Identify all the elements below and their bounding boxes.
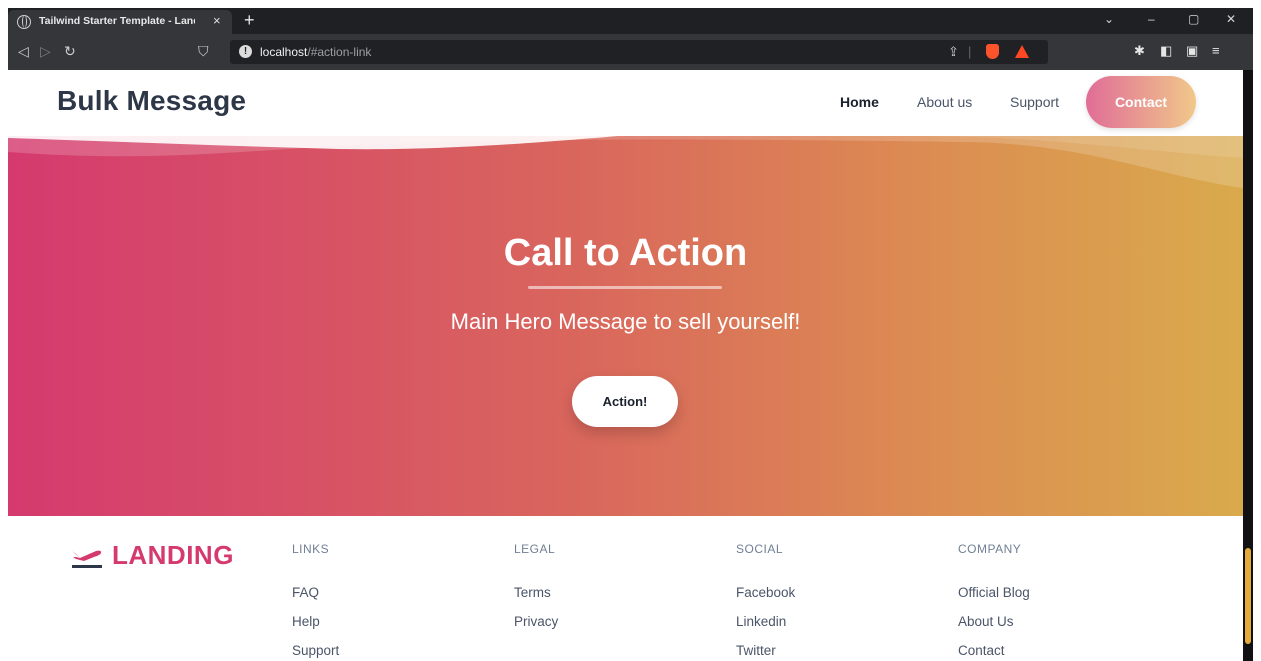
footer-link-list: Terms Privacy (514, 585, 558, 643)
menu-icon[interactable]: ≡ (1212, 43, 1220, 59)
footer-heading: COMPANY (958, 542, 1022, 556)
footer-column-legal: LEGAL Terms Privacy (514, 542, 558, 643)
browser-tab-bar: Tailwind Starter Template - Landing × + … (8, 8, 1253, 34)
footer-link-help[interactable]: Help (292, 614, 339, 643)
forward-icon[interactable]: ▷ (40, 43, 51, 59)
footer-heading: LEGAL (514, 542, 556, 556)
nav-about-us[interactable]: About us (917, 94, 972, 110)
hero-wave-decoration (8, 136, 1243, 188)
browser-tab[interactable]: Tailwind Starter Template - Landing × (8, 10, 232, 34)
nav-home[interactable]: Home (840, 94, 879, 110)
plane-icon (72, 550, 102, 568)
footer-link-terms[interactable]: Terms (514, 585, 558, 614)
footer-logo-text: LANDING (112, 540, 234, 570)
footer-link-contact[interactable]: Contact (958, 643, 1030, 661)
footer-heading: SOCIAL (736, 542, 784, 556)
hero-title: Call to Action (503, 232, 748, 274)
wallet-icon[interactable]: ▣ (1186, 43, 1198, 59)
hero-subtitle: Main Hero Message to sell yourself! (450, 309, 801, 334)
footer-link-about-us[interactable]: About Us (958, 614, 1030, 643)
footer-heading: LINKS (292, 542, 330, 556)
url-text: localhost/#action-link (260, 45, 371, 59)
extensions-icon[interactable]: ✱ (1134, 43, 1145, 59)
site-header: Bulk Message Home About us Support Conta… (8, 70, 1243, 136)
hero-section: Call to Action Main Hero Message to sell… (8, 136, 1243, 516)
footer-column-social: SOCIAL Facebook Linkedin Twitter (736, 542, 795, 661)
globe-icon (17, 15, 31, 29)
address-bar[interactable]: ! localhost/#action-link ⇪ | (230, 40, 1048, 64)
site-logo[interactable]: Bulk Message (57, 85, 246, 117)
scrollbar-thumb[interactable] (1245, 548, 1251, 644)
footer-link-facebook[interactable]: Facebook (736, 585, 795, 614)
footer-link-faq[interactable]: FAQ (292, 585, 339, 614)
reload-icon[interactable]: ↻ (64, 43, 76, 59)
footer-column-links: LINKS FAQ Help Support (292, 542, 339, 661)
new-tab-icon[interactable]: + (244, 9, 255, 31)
tab-close-icon[interactable]: × (213, 13, 221, 29)
hero-divider (528, 286, 722, 289)
footer-link-support[interactable]: Support (292, 643, 339, 661)
brave-shields-icon[interactable] (986, 44, 999, 59)
minimize-icon[interactable]: – (1148, 11, 1155, 27)
back-icon[interactable]: ◁ (18, 43, 29, 59)
footer-link-linkedin[interactable]: Linkedin (736, 614, 795, 643)
contact-button[interactable]: Contact (1086, 76, 1196, 128)
footer-link-list: FAQ Help Support (292, 585, 339, 661)
bookmark-icon[interactable]: ⛉ (198, 43, 209, 59)
restore-icon[interactable]: ▢ (1188, 11, 1199, 27)
nav-support[interactable]: Support (1010, 94, 1059, 110)
url-host: localhost (260, 45, 308, 59)
site-info-icon[interactable]: ! (239, 45, 252, 58)
footer-link-official-blog[interactable]: Official Blog (958, 585, 1030, 614)
site-footer: LANDING LINKS FAQ Help Support LEGAL Ter… (8, 516, 1243, 661)
tab-title: Tailwind Starter Template - Landing (39, 15, 195, 27)
browser-toolbar: ◁ ▷ ↻ ⛉ ! localhost/#action-link ⇪ | ✱ ◧… (8, 34, 1253, 70)
tab-search-icon[interactable]: ⌄ (1104, 11, 1114, 27)
brave-rewards-icon[interactable] (1015, 45, 1029, 58)
footer-link-privacy[interactable]: Privacy (514, 614, 558, 643)
screenshot: Tailwind Starter Template - Landing × + … (0, 0, 1261, 661)
sidebar-icon[interactable]: ◧ (1160, 43, 1172, 59)
footer-link-twitter[interactable]: Twitter (736, 643, 795, 661)
share-icon[interactable]: ⇪ (948, 43, 959, 61)
page-viewport: Bulk Message Home About us Support Conta… (8, 70, 1243, 661)
separator-icon: | (968, 44, 972, 59)
window-close-icon[interactable]: ✕ (1226, 11, 1236, 27)
action-button[interactable]: Action! (572, 376, 678, 427)
footer-link-list: Official Blog About Us Contact (958, 585, 1030, 661)
url-path: /#action-link (307, 45, 372, 59)
footer-column-company: COMPANY Official Blog About Us Contact (958, 542, 1030, 661)
footer-link-list: Facebook Linkedin Twitter (736, 585, 795, 661)
